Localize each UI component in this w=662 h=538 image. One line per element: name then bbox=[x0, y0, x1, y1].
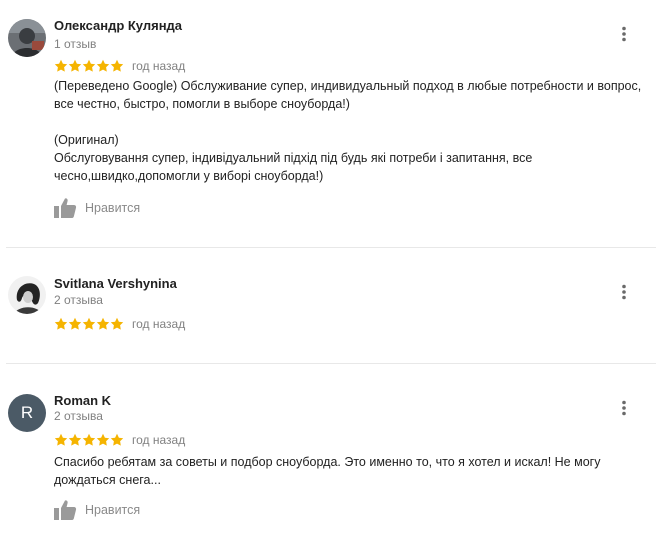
thumbs-up-icon bbox=[54, 500, 77, 520]
star-icon bbox=[68, 59, 82, 72]
more-options-button[interactable] bbox=[614, 398, 634, 418]
original-label: (Оригинал) bbox=[54, 133, 119, 147]
avatar[interactable] bbox=[8, 276, 46, 314]
reviews-list: Олександр Кулянда 1 отзыв год назад (Пер… bbox=[0, 0, 662, 538]
star-icon bbox=[82, 433, 96, 446]
star-icon bbox=[110, 59, 124, 72]
more-options-button[interactable] bbox=[614, 282, 634, 302]
like-label: Нравится bbox=[85, 503, 141, 517]
star-icon bbox=[54, 59, 68, 72]
like-button[interactable]: Нравится bbox=[53, 197, 140, 219]
author-name[interactable]: Roman K bbox=[54, 393, 111, 408]
avatar[interactable] bbox=[8, 19, 46, 57]
original-text: Обслуговування супер, індивідуальний під… bbox=[54, 151, 533, 183]
review-date: год назад bbox=[132, 433, 186, 447]
review-card: R Roman K 2 отзыва год назад Спасибо реб… bbox=[0, 364, 662, 538]
review-date: год назад bbox=[132, 59, 186, 73]
review-count: 2 отзыва bbox=[54, 409, 103, 423]
star-icon bbox=[68, 317, 82, 330]
author-name[interactable]: Олександр Кулянда bbox=[54, 18, 182, 33]
like-label: Нравится bbox=[85, 201, 141, 215]
translated-text: (Переведено Google) Обслуживание супер, … bbox=[54, 79, 642, 111]
like-button[interactable]: Нравится bbox=[53, 499, 140, 521]
thumbs-up-icon bbox=[54, 198, 77, 218]
review-count: 1 отзыв bbox=[54, 37, 97, 51]
review-text: (Переведено Google) Обслуживание супер, … bbox=[54, 77, 654, 185]
more-vert-icon bbox=[622, 26, 626, 42]
star-icon bbox=[82, 59, 96, 72]
more-vert-icon bbox=[622, 400, 626, 416]
star-icon bbox=[68, 433, 82, 446]
more-options-button[interactable] bbox=[614, 24, 634, 44]
star-icon bbox=[96, 317, 110, 330]
star-rating bbox=[54, 433, 124, 447]
rating-row: год назад bbox=[54, 432, 185, 448]
review-card: Svitlana Vershynina 2 отзыва год назад bbox=[0, 248, 662, 363]
author-name[interactable]: Svitlana Vershynina bbox=[54, 276, 177, 291]
star-icon bbox=[96, 59, 110, 72]
more-vert-icon bbox=[622, 284, 626, 300]
review-date: год назад bbox=[132, 317, 186, 331]
star-icon bbox=[54, 433, 68, 446]
star-rating bbox=[54, 317, 124, 331]
star-icon bbox=[110, 317, 124, 330]
avatar[interactable]: R bbox=[8, 394, 46, 432]
review-text: Спасибо ребятам за советы и подбор сноуб… bbox=[54, 453, 654, 489]
star-icon bbox=[110, 433, 124, 446]
review-card: Олександр Кулянда 1 отзыв год назад (Пер… bbox=[0, 0, 662, 247]
star-rating bbox=[54, 59, 124, 73]
review-count: 2 отзыва bbox=[54, 293, 103, 307]
star-icon bbox=[96, 433, 110, 446]
rating-row: год назад bbox=[54, 316, 185, 332]
star-icon bbox=[82, 317, 96, 330]
star-icon bbox=[54, 317, 68, 330]
review-body: Спасибо ребятам за советы и подбор сноуб… bbox=[54, 455, 601, 487]
rating-row: год назад bbox=[54, 58, 185, 74]
